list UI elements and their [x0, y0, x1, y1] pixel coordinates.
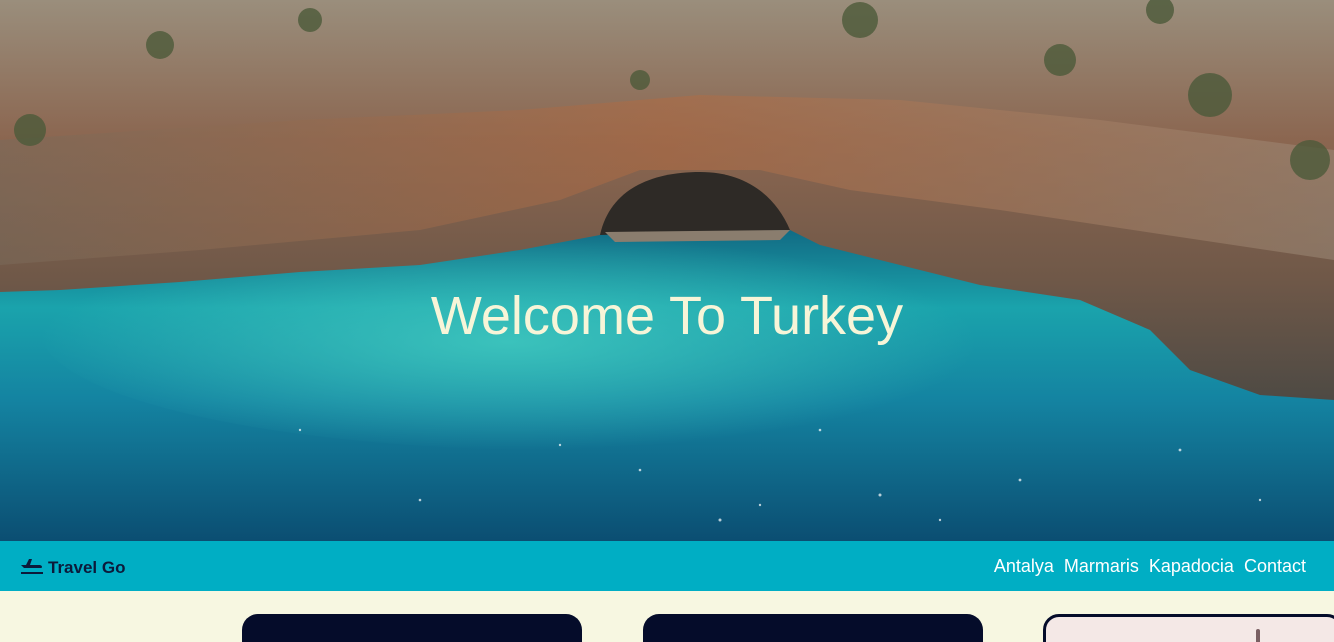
content-section: [0, 591, 1334, 642]
brand-name: Travel Go: [48, 558, 126, 577]
airplane-icon: [20, 556, 44, 576]
destination-card[interactable]: [643, 614, 983, 642]
nav-link-contact[interactable]: Contact: [1244, 556, 1306, 577]
hero-title: Welcome To Turkey: [430, 286, 904, 346]
nav-link-kapadocia[interactable]: Kapadocia: [1149, 556, 1234, 577]
nav-links: Antalya Marmaris Kapadocia Contact: [994, 556, 1306, 577]
nav-link-antalya[interactable]: Antalya: [994, 556, 1054, 577]
nav-link-marmaris[interactable]: Marmaris: [1064, 556, 1139, 577]
card-image-detail: [1256, 629, 1260, 642]
hero-section: Welcome To Turkey: [0, 0, 1334, 541]
destination-card[interactable]: [1043, 614, 1334, 642]
brand-logo[interactable]: Travel Go: [20, 554, 125, 578]
hero-background-image: [0, 0, 1334, 541]
navbar: Travel Go Antalya Marmaris Kapadocia Con…: [0, 541, 1334, 591]
destination-card[interactable]: [242, 614, 582, 642]
